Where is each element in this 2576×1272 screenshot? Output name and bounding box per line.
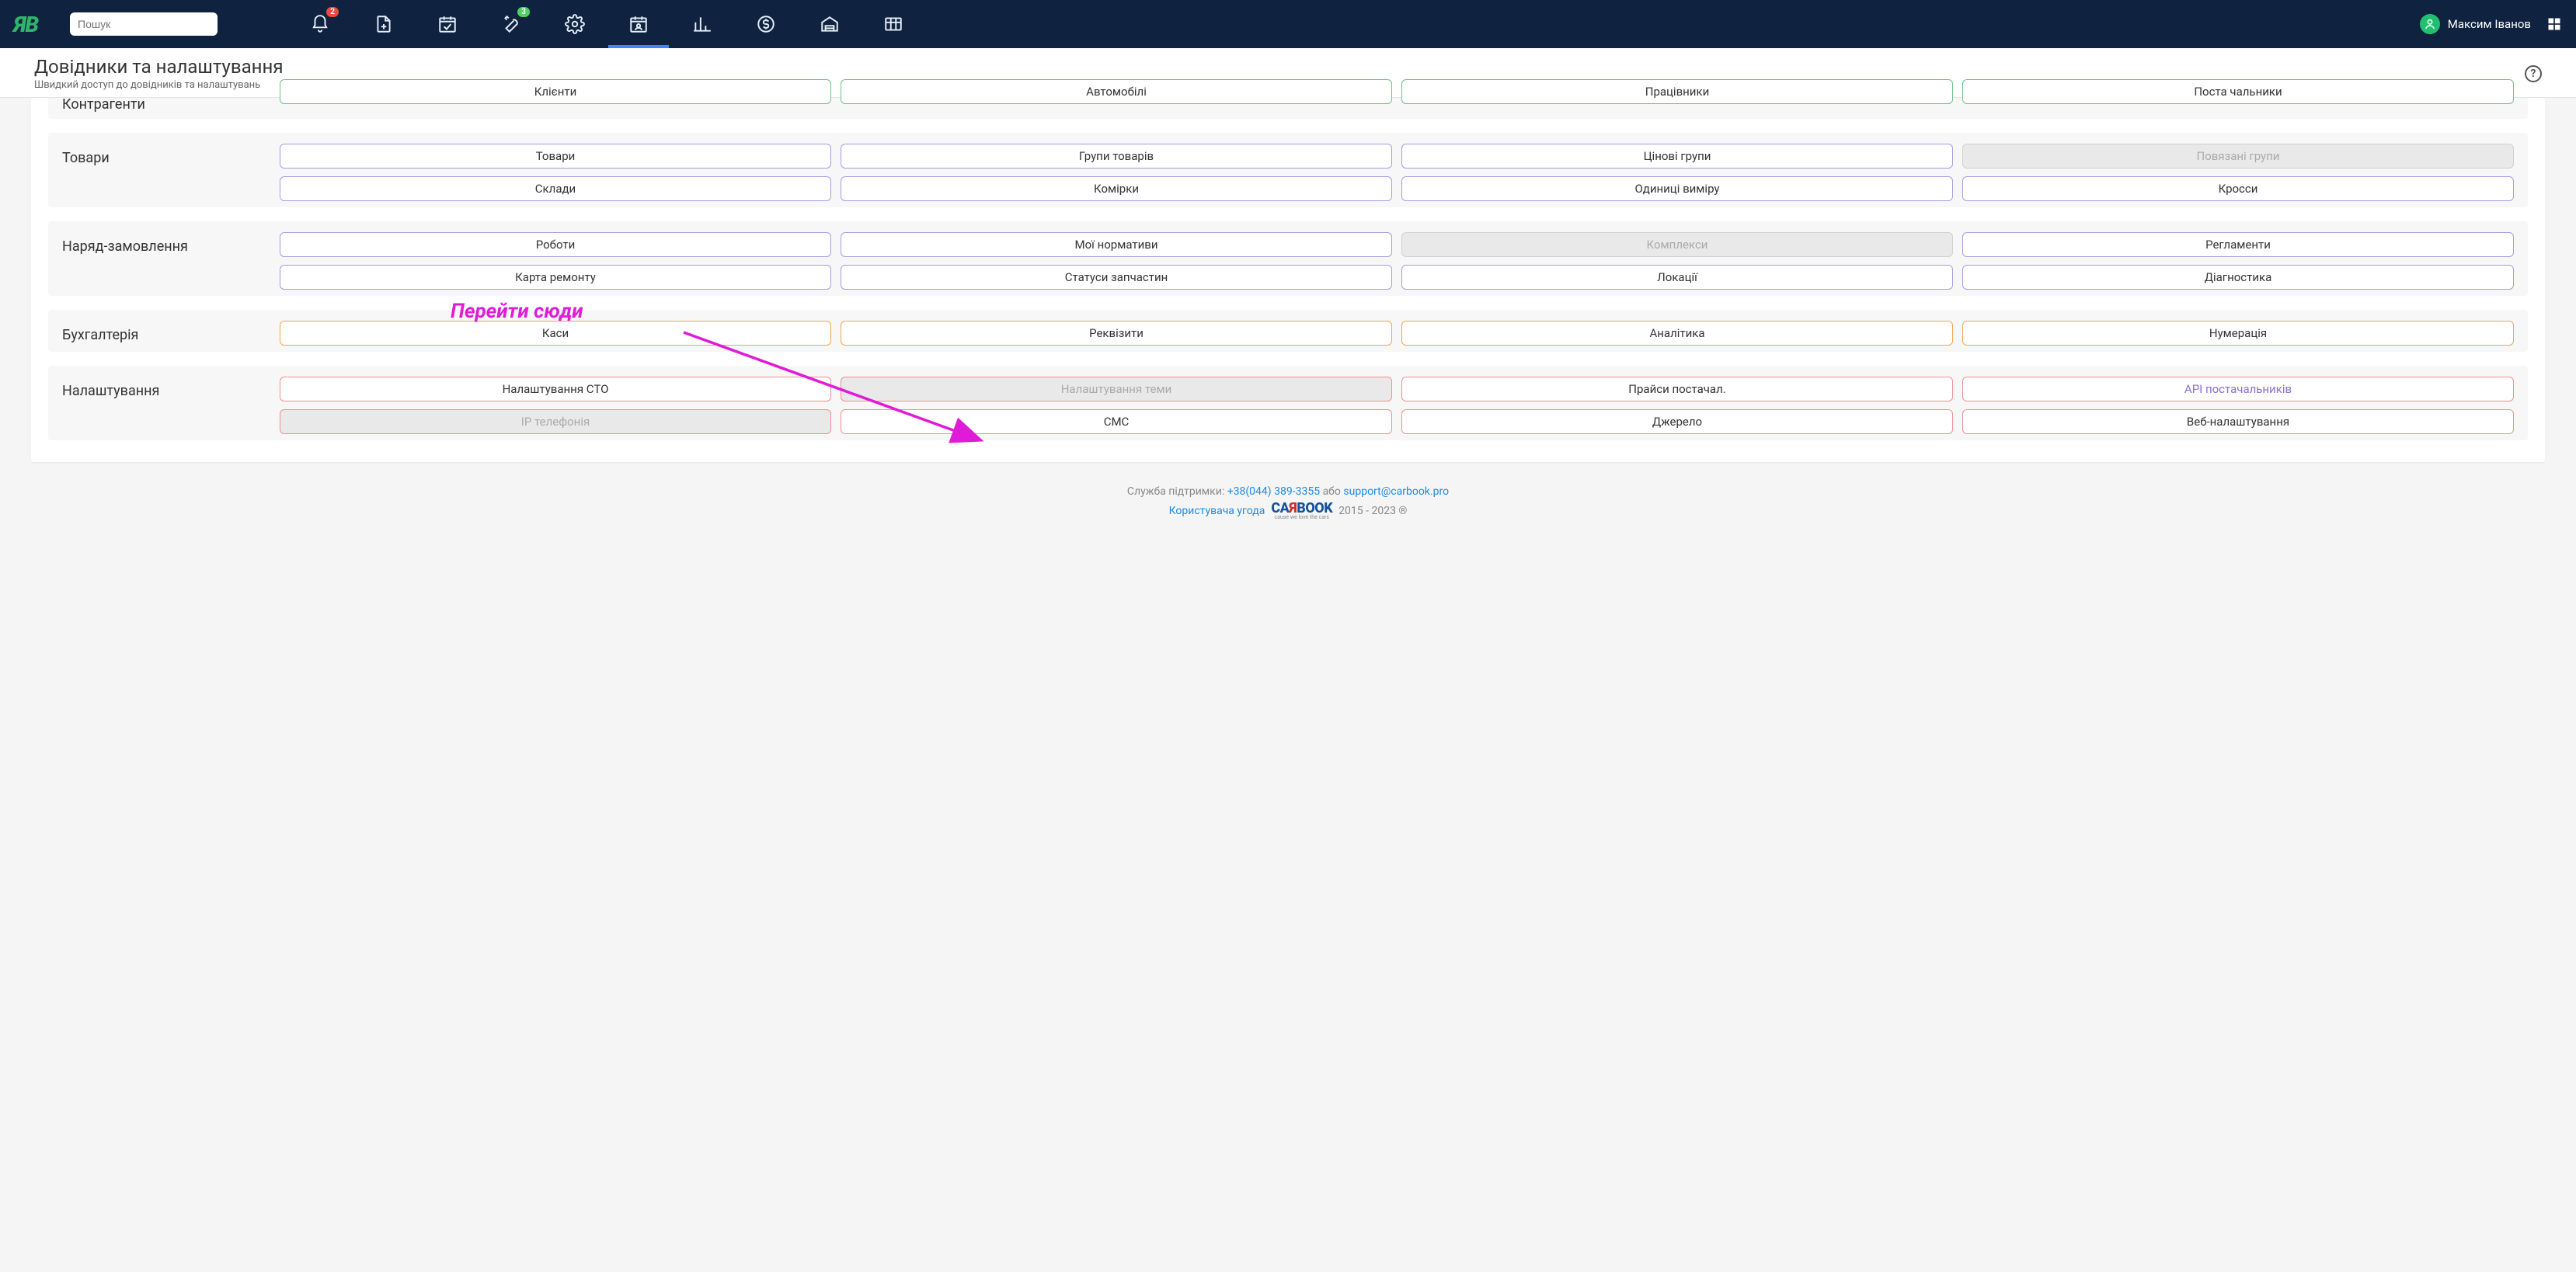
directory-button[interactable]: Веб-налаштування <box>1962 409 2514 434</box>
page-title: Довідники та налаштування <box>34 56 284 78</box>
directory-button[interactable]: API постачальників <box>1962 377 2514 401</box>
user-agreement-link[interactable]: Користувача угода <box>1169 505 1265 517</box>
top-nav: ЯB 2 3 <box>0 0 2576 48</box>
support-label: Служба підтримки: <box>1127 485 1224 498</box>
directory-button[interactable]: Поста чальники <box>1962 79 2514 104</box>
directory-button[interactable]: Роботи <box>280 232 831 257</box>
notifications-icon[interactable]: 2 <box>309 13 331 35</box>
directory-button[interactable]: Працівники <box>1401 79 1953 104</box>
directory-button[interactable]: Групи товарів <box>841 144 1392 169</box>
support-email-link[interactable]: support@carbook.pro <box>1343 485 1449 498</box>
search-box[interactable] <box>70 12 218 36</box>
directory-button[interactable]: Прайси постачал. <box>1401 377 1953 401</box>
directory-button[interactable]: Налаштування СТО <box>280 377 831 401</box>
tools-badge: 3 <box>517 7 530 17</box>
section-counterparties: Контрагенти КлієнтиАвтомобіліПрацівникиП… <box>48 98 2528 119</box>
user-name: Максим Іванов <box>2448 17 2531 31</box>
footer-logo: CAЯBOOK cause we love the cars <box>1271 502 1332 520</box>
directory-button[interactable]: Регламенти <box>1962 232 2514 257</box>
directory-button[interactable]: Комірки <box>841 176 1392 201</box>
footer-years: 2015 - 2023 ® <box>1338 505 1407 517</box>
new-document-icon[interactable] <box>373 13 395 35</box>
section-label: Контрагенти <box>62 90 256 113</box>
section-settings: Налаштування Налаштування СТО Налаштування… <box>48 366 2528 440</box>
directory-button: Повязані групи <box>1962 144 2514 169</box>
nav-icons: 2 3 <box>309 13 2406 35</box>
directory-button[interactable]: Кросси <box>1962 176 2514 201</box>
directory-panel: Контрагенти КлієнтиАвтомобіліПрацівникиП… <box>31 98 2545 462</box>
search-input[interactable] <box>76 17 220 31</box>
directory-button[interactable]: Аналітика <box>1401 321 1953 346</box>
section-label: Налаштування <box>62 377 256 434</box>
directory-button[interactable]: СМС <box>841 409 1392 434</box>
directory-button[interactable]: Джерело <box>1401 409 1953 434</box>
table-icon[interactable] <box>882 13 904 35</box>
support-phone-link[interactable]: +38(044) 389-3355 <box>1227 485 1320 498</box>
directory-button[interactable]: Склади <box>280 176 831 201</box>
directory-button[interactable]: Клієнти <box>280 79 831 104</box>
directory-button[interactable]: Автомобілі <box>841 79 1392 104</box>
analytics-icon[interactable] <box>691 13 713 35</box>
brand-logo: ЯB <box>14 12 56 37</box>
calendar-check-icon[interactable] <box>437 13 458 35</box>
directory-button[interactable]: Реквізити <box>841 321 1392 346</box>
section-label: Наряд-замовлення <box>62 232 256 290</box>
directory-button[interactable]: Нумерація <box>1962 321 2514 346</box>
directory-button: Налаштування теми <box>841 377 1392 401</box>
directory-button[interactable]: Каси <box>280 321 831 346</box>
directory-button[interactable]: Статуси запчастин <box>841 265 1392 290</box>
directory-button[interactable]: Мої нормативи <box>841 232 1392 257</box>
directory-button[interactable]: Цінові групи <box>1401 144 1953 169</box>
help-icon[interactable]: ? <box>2525 65 2542 82</box>
section-label: Товари <box>62 144 256 201</box>
contact-card-icon[interactable] <box>628 13 649 35</box>
directory-button: IP телефонія <box>280 409 831 434</box>
section-accounting: Бухгалтерія Каси Реквізити Аналітика Нумерац… <box>48 310 2528 352</box>
footer: Служба підтримки: +38(044) 389-3355 або … <box>0 462 2576 526</box>
page-subtitle: Швидкий доступ до довідників та налаштув… <box>34 79 284 91</box>
section-label: Бухгалтерія <box>62 321 256 346</box>
notifications-badge: 2 <box>326 7 339 17</box>
directory-button[interactable]: Локації <box>1401 265 1953 290</box>
garage-icon[interactable] <box>819 13 841 35</box>
apps-grid-icon[interactable] <box>2546 16 2562 32</box>
user-menu[interactable]: Максим Іванов <box>2420 14 2562 34</box>
section-goods: Товари Товари Групи товарів Цінові групи Пов… <box>48 133 2528 207</box>
footer-or: або <box>1323 485 1341 498</box>
tools-icon[interactable]: 3 <box>500 13 522 35</box>
directory-button[interactable]: Одиниці виміру <box>1401 176 1953 201</box>
active-nav-indicator <box>608 45 669 48</box>
directory-button[interactable]: Карта ремонту <box>280 265 831 290</box>
avatar-icon <box>2420 14 2440 34</box>
settings-gear-icon[interactable] <box>564 13 586 35</box>
section-order: Наряд-замовлення Роботи Мої нормативи Компл… <box>48 221 2528 296</box>
directory-button: Комплекси <box>1401 232 1953 257</box>
finance-icon[interactable] <box>755 13 777 35</box>
directory-button[interactable]: Товари <box>280 144 831 169</box>
directory-button[interactable]: Діагностика <box>1962 265 2514 290</box>
